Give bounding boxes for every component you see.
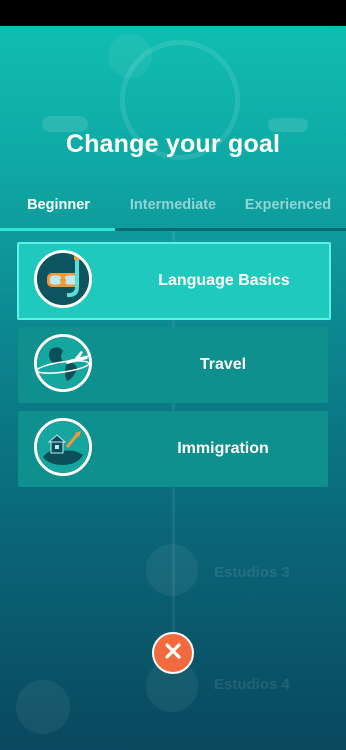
status-bar: [0, 0, 346, 26]
goal-card-language-basics[interactable]: Language Basics: [17, 242, 331, 320]
ghost-lesson-4: Estudios 4: [214, 676, 290, 693]
tab-experienced[interactable]: Experienced: [230, 192, 346, 228]
close-button[interactable]: [152, 632, 194, 674]
snorkel-mask-icon: [34, 250, 92, 308]
goal-card-travel[interactable]: Travel: [18, 327, 328, 403]
tab-beginner[interactable]: Beginner: [0, 192, 117, 228]
goal-label: Immigration: [177, 440, 269, 457]
globe-airplane-icon: [34, 334, 92, 392]
goal-card-immigration[interactable]: Immigration: [18, 411, 328, 487]
goal-label: Travel: [199, 356, 247, 373]
close-icon: [163, 641, 183, 666]
ghost-node-top: [108, 34, 152, 78]
level-tabs: Beginner Intermediate Experienced: [0, 192, 346, 232]
tab-intermediate[interactable]: Intermediate: [115, 192, 231, 228]
page-title: Change your goal: [65, 130, 281, 158]
tab-indicator: [0, 228, 115, 231]
ghost-corner-node: [16, 680, 70, 734]
ghost-node-3: [146, 544, 198, 596]
ghost-lesson-3: Estudios 3: [214, 564, 290, 581]
goal-label: Language Basics: [158, 272, 290, 289]
house-on-island-icon: [34, 418, 92, 476]
